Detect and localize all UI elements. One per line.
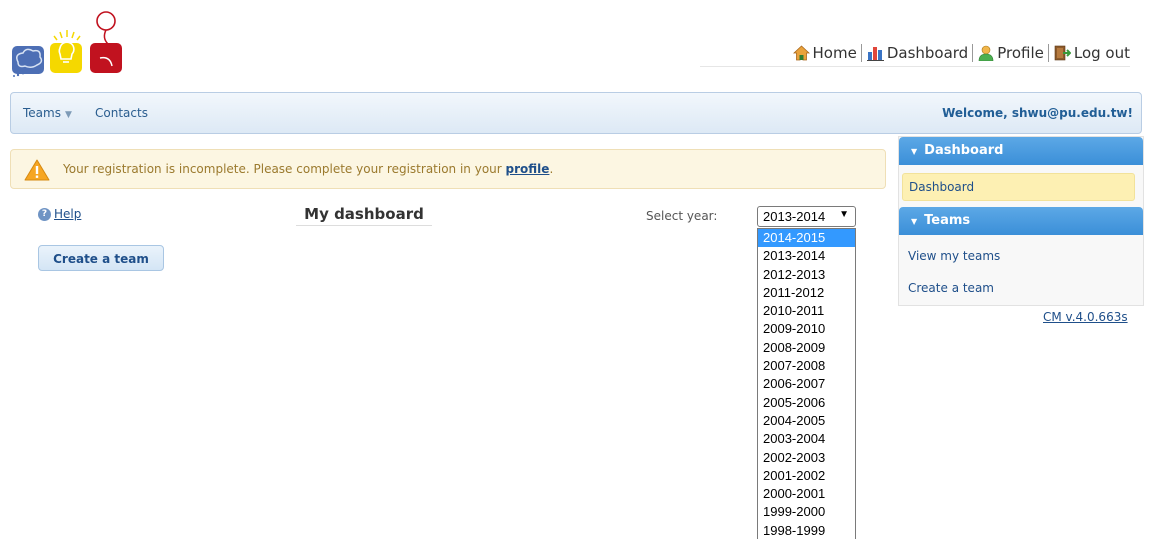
sidebar-item-view-teams[interactable]: View my teams — [908, 249, 1000, 263]
year-option[interactable]: 2013-2014 — [758, 247, 855, 265]
alert-message: Your registration is incomplete. Please … — [63, 162, 553, 176]
year-select-value: 2013-2014 — [763, 209, 826, 224]
nav-logout-link[interactable]: Log out — [1054, 44, 1130, 62]
menu-contacts[interactable]: Contacts — [95, 106, 148, 120]
sidebar-header-dashboard[interactable]: ▼ Dashboard — [899, 137, 1143, 165]
sidebar-item-dashboard[interactable]: Dashboard — [902, 173, 1135, 201]
year-option[interactable]: 2012-2013 — [758, 266, 855, 284]
year-option[interactable]: 2007-2008 — [758, 357, 855, 375]
nav-profile-link[interactable]: Profile — [978, 44, 1044, 62]
expand-triangle-icon: ▼ — [911, 217, 918, 226]
year-option[interactable]: 2006-2007 — [758, 375, 855, 393]
nav-logout-label: Log out — [1073, 44, 1130, 62]
create-team-button[interactable]: Create a team — [38, 245, 164, 271]
user-icon — [978, 45, 994, 61]
year-option[interactable]: 1999-2000 — [758, 503, 855, 521]
nav-separator — [972, 44, 974, 62]
nav-dashboard-link[interactable]: Dashboard — [866, 44, 969, 62]
sidebar-header-teams-label: Teams — [924, 213, 971, 228]
menu-teams[interactable]: Teams ▼ — [23, 106, 72, 120]
profile-link[interactable]: profile — [506, 162, 550, 176]
year-option[interactable]: 2008-2009 — [758, 339, 855, 357]
caret-down-icon: ▼ — [64, 110, 72, 120]
expand-triangle-icon: ▼ — [911, 147, 918, 156]
nav-home-label: Home — [812, 44, 857, 62]
alert-text: Your registration is incomplete. Please … — [63, 162, 506, 176]
welcome-text: Welcome, shwu@pu.edu.tw! — [942, 106, 1133, 120]
menu-teams-label: Teams — [23, 106, 61, 120]
year-option[interactable]: 1998-1999 — [758, 522, 855, 539]
year-option[interactable]: 2004-2005 — [758, 412, 855, 430]
page-title: My dashboard — [296, 205, 432, 226]
nav-home-link[interactable]: Home — [792, 44, 857, 62]
year-option[interactable]: 2009-2010 — [758, 320, 855, 338]
registration-alert: Your registration is incomplete. Please … — [10, 149, 886, 189]
year-option[interactable]: 2001-2002 — [758, 467, 855, 485]
nav-profile-label: Profile — [997, 44, 1044, 62]
help-link[interactable]: ? Help — [38, 207, 81, 221]
year-option[interactable]: 2003-2004 — [758, 430, 855, 448]
version-link[interactable]: CM v.4.0.663s — [1043, 310, 1128, 324]
nav-dashboard-label: Dashboard — [886, 44, 969, 62]
year-option[interactable]: 2002-2003 — [758, 449, 855, 467]
nav-separator — [1047, 44, 1049, 62]
help-label: Help — [54, 207, 82, 221]
sidebar-panel: ▼ Dashboard Dashboard ▼ Teams View my team… — [898, 136, 1144, 306]
help-icon: ? — [38, 207, 51, 221]
year-option[interactable]: 2014-2015 — [758, 229, 855, 248]
logo[interactable] — [10, 10, 128, 78]
year-option[interactable]: 2011-2012 — [758, 284, 855, 302]
menu-bar: Teams ▼ Contacts Welcome, shwu@pu.edu.tw! — [10, 92, 1142, 134]
dropdown-arrow-icon: ▼ — [839, 209, 849, 220]
logout-door-icon — [1054, 45, 1071, 61]
sidebar-header-teams[interactable]: ▼ Teams — [899, 207, 1143, 235]
sidebar-header-dashboard-label: Dashboard — [924, 143, 1004, 158]
select-year-label: Select year: — [646, 209, 718, 223]
nav-separator — [860, 44, 862, 62]
warning-icon — [24, 159, 50, 181]
year-option[interactable]: 2000-2001 — [758, 485, 855, 503]
top-nav: Home Dashboard Profile Log out — [700, 40, 1130, 67]
year-dropdown-list: 2014-2015 2013-2014 2012-2013 2011-2012 2010… — [757, 228, 856, 539]
year-option[interactable]: 2005-2006 — [758, 394, 855, 412]
alert-suffix: . — [549, 162, 554, 176]
home-icon — [792, 45, 810, 61]
sidebar-item-create-team[interactable]: Create a team — [908, 281, 994, 295]
year-option[interactable]: 2010-2011 — [758, 302, 855, 320]
year-select[interactable]: 2013-2014 ▼ — [757, 206, 856, 227]
bar-chart-icon — [866, 47, 884, 61]
